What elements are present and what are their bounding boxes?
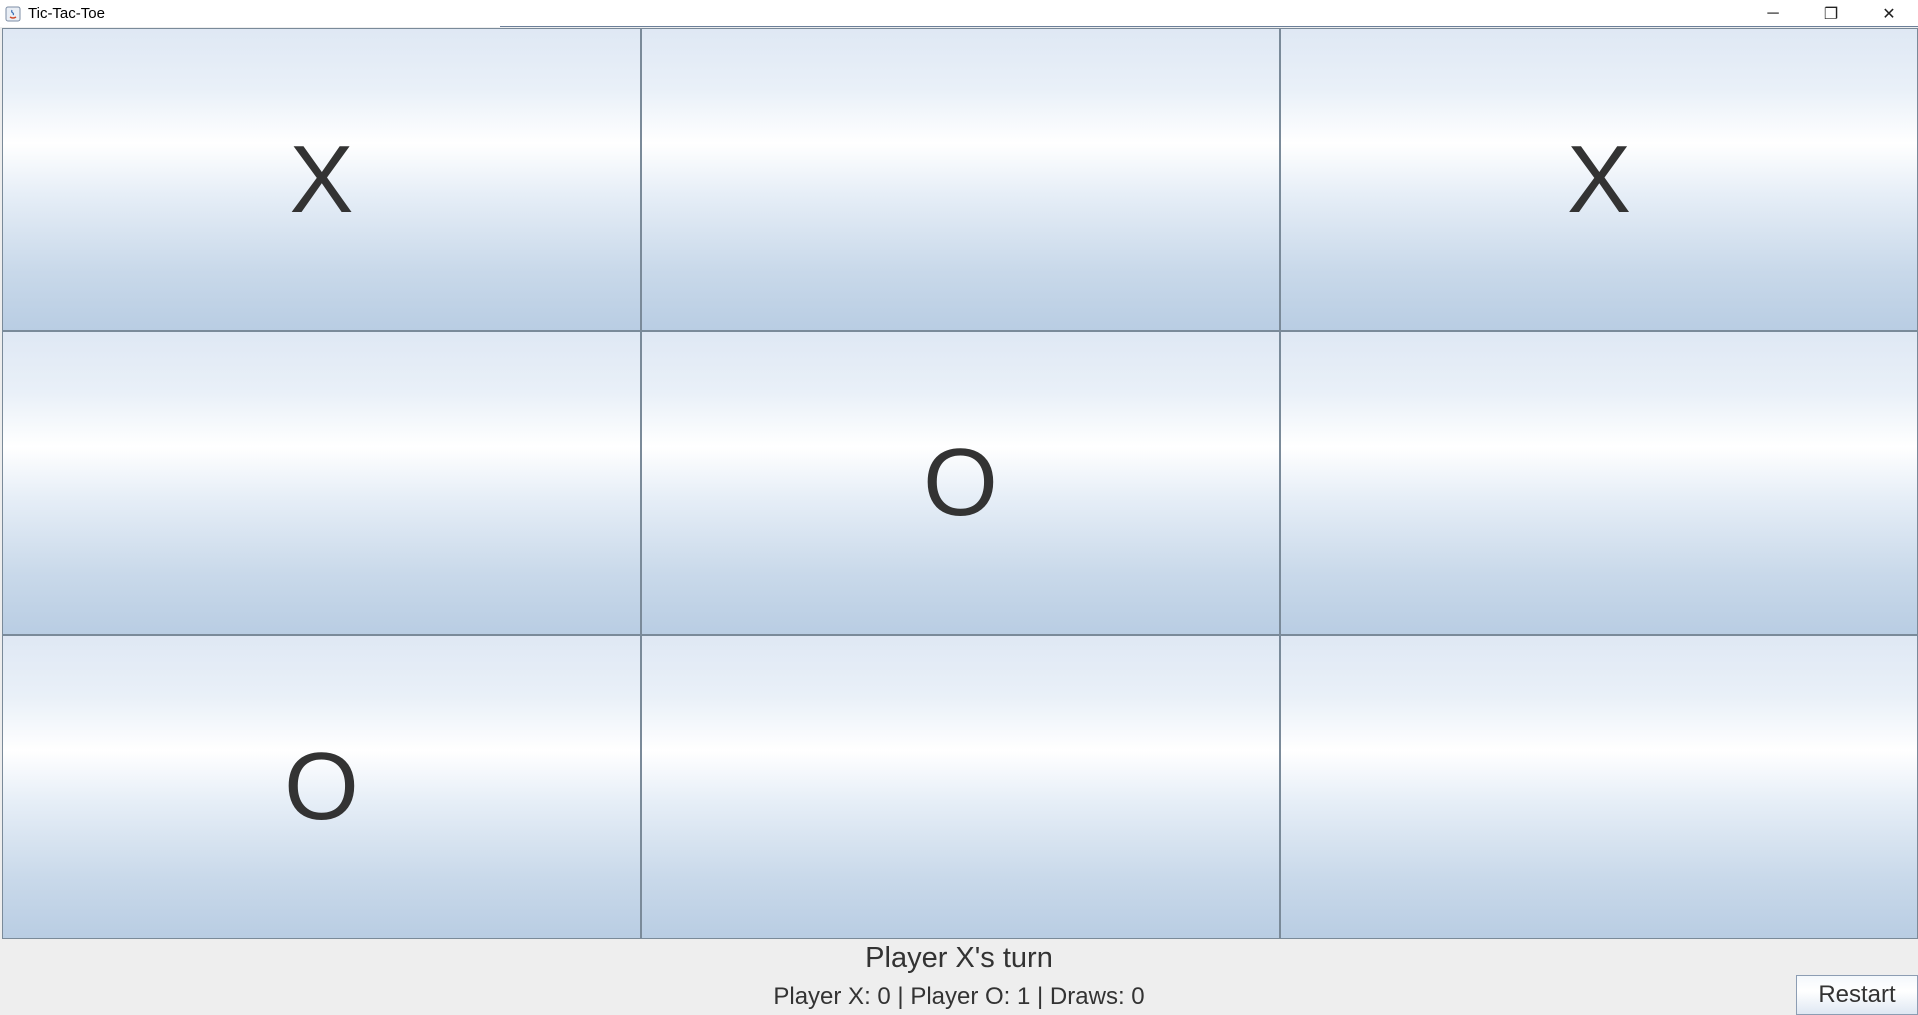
board-cell-8[interactable]: [641, 635, 1280, 939]
board-cell-7[interactable]: O: [2, 635, 641, 939]
game-board: X X O O: [2, 28, 1918, 939]
board-cell-3[interactable]: X: [1280, 28, 1918, 331]
close-button[interactable]: ✕: [1860, 0, 1918, 27]
title-bar: Tic-Tac-Toe ─ ❐ ✕: [0, 0, 1918, 27]
restore-button[interactable]: ❐: [1802, 0, 1860, 27]
minimize-button[interactable]: ─: [1744, 0, 1802, 27]
app-window: Tic-Tac-Toe ─ ❐ ✕ X X O O Player X's tur…: [0, 0, 1918, 1015]
board-cell-4[interactable]: [2, 331, 641, 635]
cell-mark: O: [923, 429, 998, 536]
minimize-icon: ─: [1767, 4, 1779, 22]
score-label: Player X: 0 | Player O: 1 | Draws: 0: [773, 983, 1145, 1010]
board-cell-1[interactable]: X: [2, 28, 641, 331]
cell-mark: O: [284, 733, 359, 840]
cell-mark: X: [1566, 125, 1632, 233]
restart-button-label: Restart: [1818, 981, 1896, 1008]
board-cell-9[interactable]: [1280, 635, 1918, 939]
window-title: Tic-Tac-Toe: [28, 5, 105, 22]
java-app-icon: [4, 5, 22, 23]
close-icon: ✕: [1882, 5, 1896, 23]
turn-status: Player X's turn: [865, 942, 1053, 974]
board-cell-2[interactable]: [641, 28, 1280, 331]
window-controls: ─ ❐ ✕: [1744, 0, 1918, 27]
restore-icon: ❐: [1823, 5, 1839, 23]
board-cell-6[interactable]: [1280, 331, 1918, 635]
cell-mark: X: [289, 125, 354, 233]
restart-button[interactable]: Restart: [1796, 975, 1918, 1015]
title-divider: [500, 26, 1918, 27]
board-cell-5[interactable]: O: [641, 331, 1280, 635]
